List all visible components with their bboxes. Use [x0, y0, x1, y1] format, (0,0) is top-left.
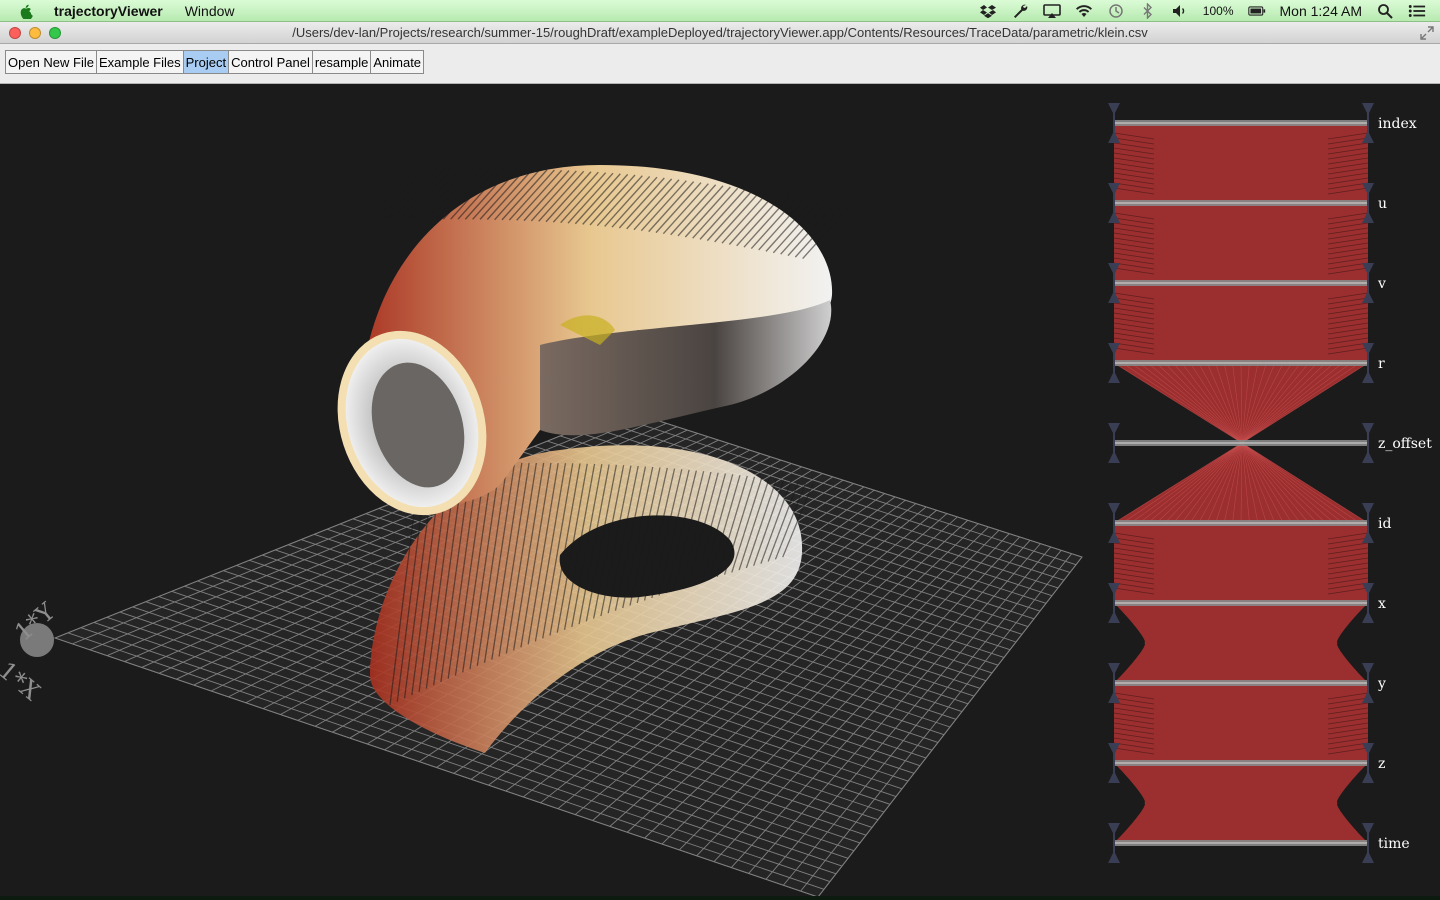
- pc-axis-label: index: [1378, 116, 1417, 132]
- project-button[interactable]: Project: [182, 50, 230, 74]
- pc-axis-label: u: [1378, 196, 1387, 212]
- bluetooth-icon[interactable]: [1139, 2, 1157, 19]
- pc-axis-label: id: [1378, 516, 1391, 532]
- airplay-icon[interactable]: [1042, 3, 1061, 19]
- status-area: 100% Mon 1:24 AM: [979, 2, 1440, 19]
- pc-axis-label: v: [1377, 276, 1386, 292]
- parallel-coordinates-lines: [1113, 123, 1369, 843]
- animate-button[interactable]: Animate: [370, 50, 425, 74]
- window-title: /Users/dev-lan/Projects/research/summer-…: [292, 25, 1148, 40]
- spotlight-icon[interactable]: [1376, 3, 1394, 19]
- gizmo-x-label: 1*X: [0, 656, 45, 706]
- 3d-scene[interactable]: 1*Y 1*X: [0, 85, 1100, 900]
- pc-axis-label: time: [1378, 836, 1410, 852]
- pc-axis-z-offset[interactable]: z_offset: [1108, 423, 1432, 463]
- notification-center-icon[interactable]: [1408, 3, 1426, 19]
- battery-icon[interactable]: [1247, 3, 1266, 19]
- battery-percent: 100%: [1202, 3, 1234, 18]
- parallel-coordinates-plot[interactable]: index u v r z_offsetid x y z time: [1100, 85, 1440, 900]
- clock[interactable]: Mon 1:24 AM: [1280, 3, 1363, 19]
- parallel-coordinates-panel[interactable]: index u v r z_offsetid x y z time: [1100, 85, 1440, 900]
- volume-icon[interactable]: [1171, 3, 1189, 19]
- open-new-file-button[interactable]: Open New File: [5, 50, 97, 74]
- close-window-button[interactable]: [9, 26, 21, 39]
- pc-axis-label: r: [1378, 356, 1385, 372]
- menu-bar: trajectoryViewer Window 100% Mon 1:24 AM: [0, 0, 1440, 22]
- time-machine-icon[interactable]: [1107, 3, 1125, 19]
- window-menu[interactable]: Window: [185, 3, 235, 19]
- wrench-icon[interactable]: [1011, 3, 1029, 19]
- pc-axis-label: x: [1378, 596, 1386, 612]
- control-panel-button[interactable]: Control Panel: [228, 50, 313, 74]
- minimize-window-button[interactable]: [29, 26, 41, 39]
- zoom-window-button[interactable]: [49, 26, 61, 39]
- fullscreen-icon[interactable]: [1420, 26, 1434, 40]
- toolbar: Open New File Example Files Project Cont…: [0, 44, 1440, 84]
- window-title-bar: /Users/dev-lan/Projects/research/summer-…: [0, 22, 1440, 44]
- apple-menu-icon[interactable]: [18, 3, 34, 19]
- 3d-viewport[interactable]: 1*Y 1*X: [0, 85, 1100, 900]
- app-name-menu[interactable]: trajectoryViewer: [54, 3, 163, 19]
- pc-axis-label: y: [1377, 676, 1386, 692]
- dropbox-icon[interactable]: [979, 3, 997, 19]
- resample-button[interactable]: resample: [311, 50, 372, 74]
- bottom-strip: [0, 896, 1440, 900]
- wifi-icon[interactable]: [1075, 3, 1093, 19]
- pc-axis-label: z_offset: [1378, 436, 1432, 452]
- example-files-button[interactable]: Example Files: [95, 50, 184, 74]
- axis-gizmo[interactable]: 1*Y 1*X: [0, 597, 61, 706]
- pc-axis-label: z: [1378, 756, 1385, 772]
